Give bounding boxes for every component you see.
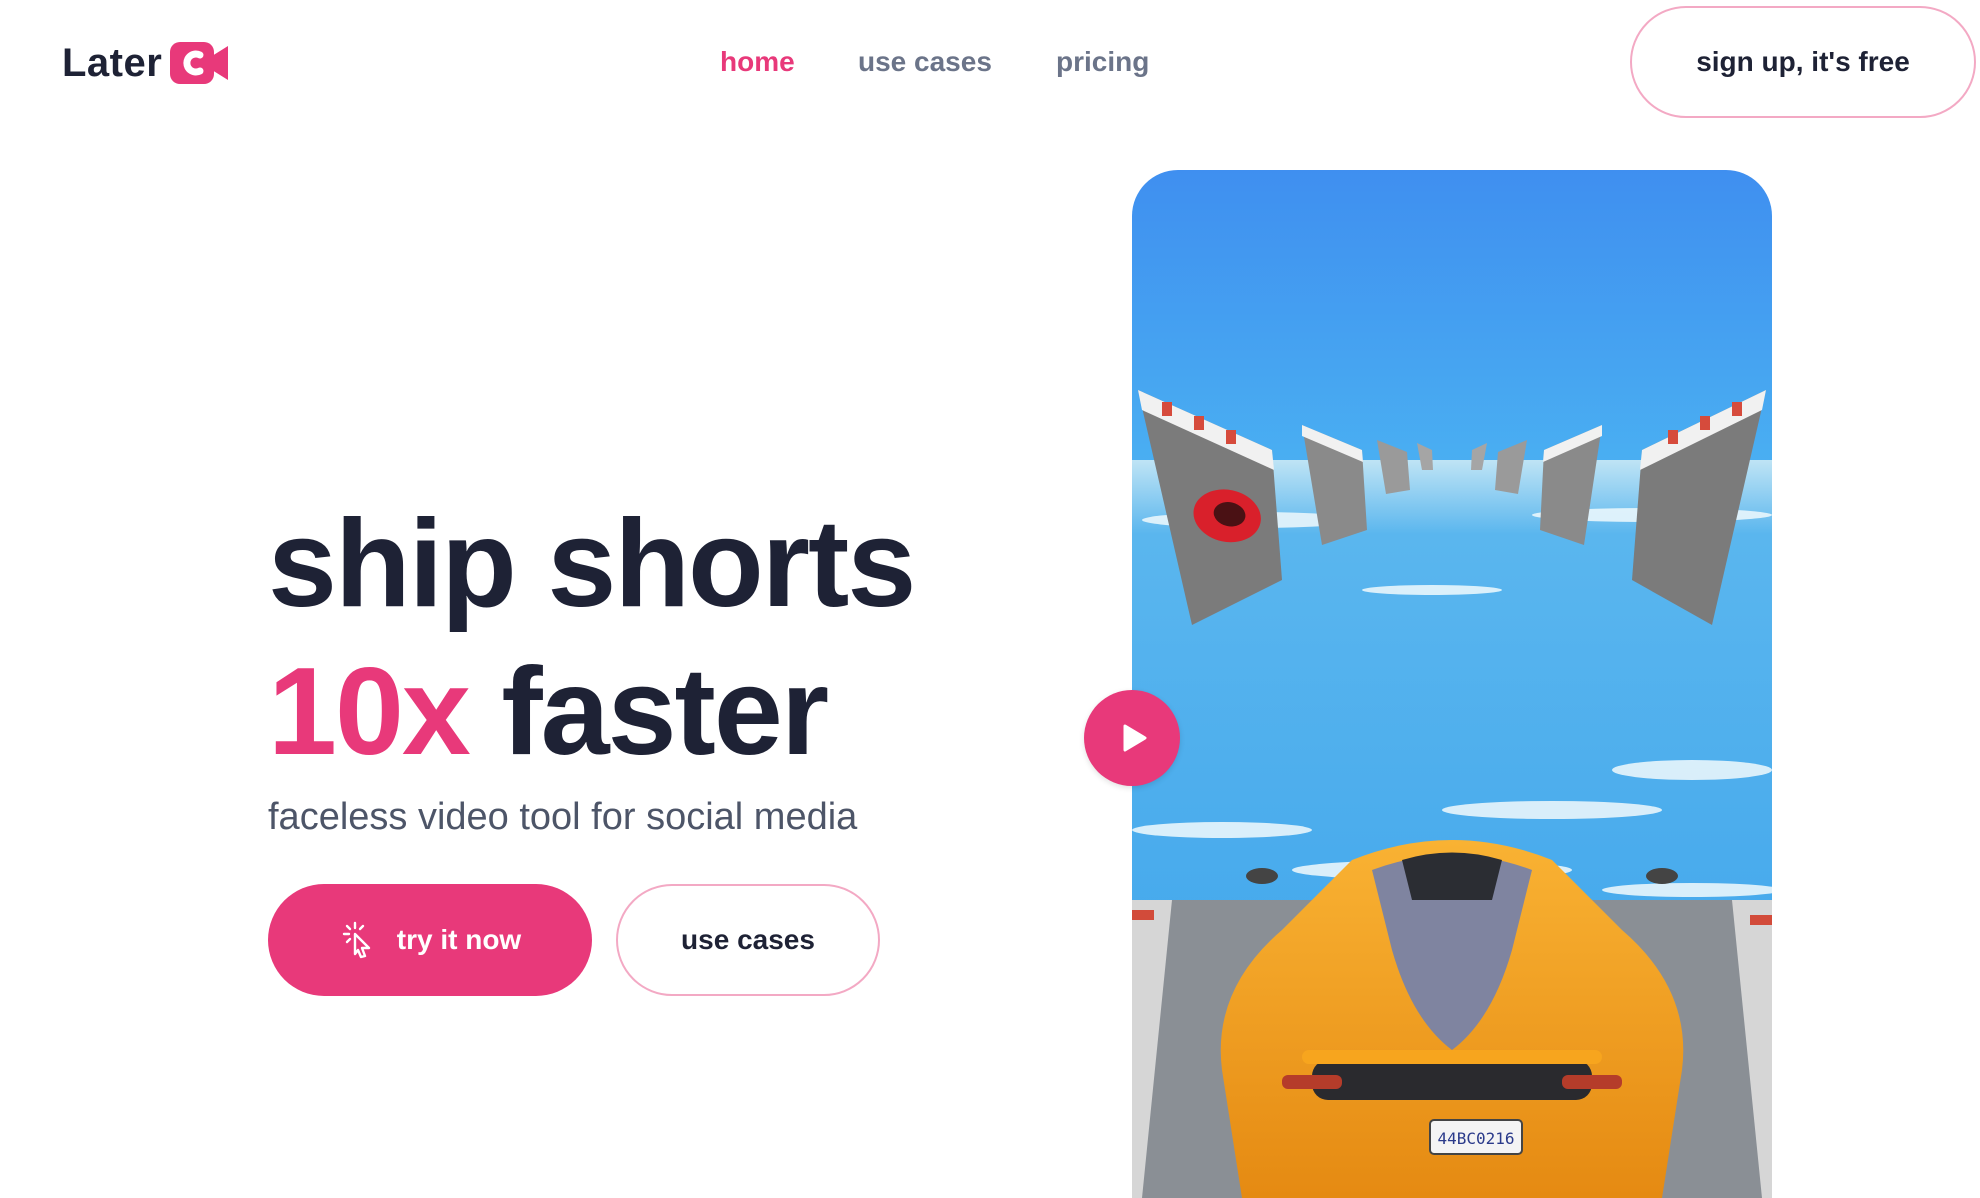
use-cases-button[interactable]: use cases: [616, 884, 880, 996]
cursor-click-icon: [342, 921, 370, 959]
try-it-now-button[interactable]: try it now: [268, 884, 592, 996]
nav-use-cases[interactable]: use cases: [858, 44, 992, 80]
play-icon: [1123, 724, 1147, 752]
headline-accent: 10x: [268, 643, 471, 781]
headline-line1: ship shorts: [268, 495, 916, 633]
signup-button[interactable]: sign up, it's free: [1630, 6, 1976, 118]
nav-pricing[interactable]: pricing: [1056, 44, 1149, 80]
headline-line2: faster: [468, 643, 829, 781]
video-preview[interactable]: 44BC0216: [1132, 170, 1772, 1198]
nav-home[interactable]: home: [720, 44, 795, 80]
try-it-now-label: try it now: [396, 924, 522, 955]
gameplay-scene: 44BC0216: [1132, 170, 1772, 1198]
play-button[interactable]: [1084, 690, 1180, 786]
hero-headline: ship shorts 10x faster: [268, 490, 916, 786]
license-plate-text: 44BC0216: [1437, 1129, 1514, 1148]
hero-subline: faceless video tool for social media: [268, 796, 858, 838]
